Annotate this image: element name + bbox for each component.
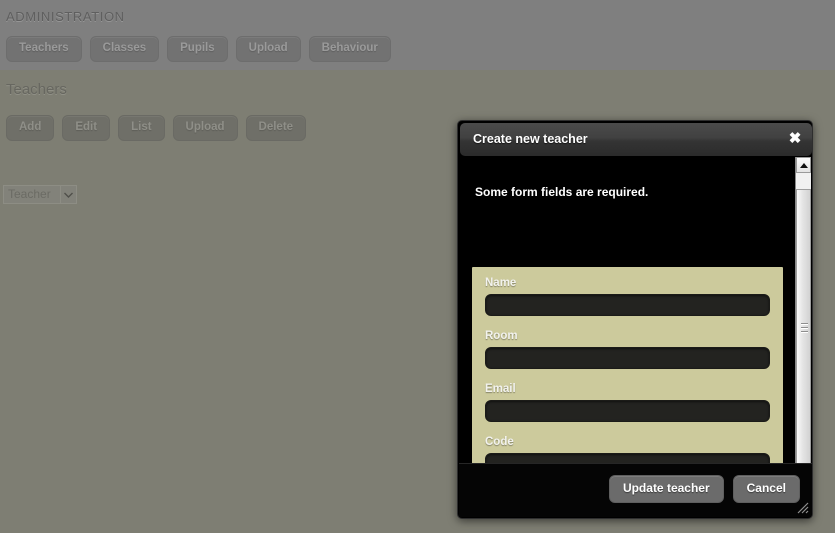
nav-tab-upload[interactable]: Upload bbox=[235, 36, 301, 62]
teacher-select[interactable]: Teacher bbox=[3, 185, 77, 204]
scrollbar-grip-icon bbox=[801, 322, 808, 333]
field-row-email: Email bbox=[472, 383, 783, 422]
section-title: Teachers bbox=[6, 81, 67, 98]
action-toolbar: Add Edit List Upload Delete bbox=[6, 115, 307, 141]
close-icon[interactable]: ✖ bbox=[786, 130, 804, 148]
scrollbar-thumb[interactable] bbox=[796, 189, 811, 466]
create-teacher-dialog: Create new teacher ✖ Some form fields ar… bbox=[457, 120, 813, 519]
room-label: Room bbox=[485, 330, 518, 342]
dialog-footer: Update teacher Cancel bbox=[459, 463, 812, 517]
name-input[interactable] bbox=[485, 294, 770, 316]
field-row-name: Name bbox=[472, 277, 783, 316]
code-label: Code bbox=[485, 436, 514, 448]
dialog-scroll-area: Some form fields are required. Name Room… bbox=[459, 157, 795, 484]
dialog-titlebar[interactable]: Create new teacher ✖ bbox=[460, 123, 812, 156]
nav-tab-classes[interactable]: Classes bbox=[89, 36, 160, 62]
primary-nav: Teachers Classes Pupils Upload Behaviour bbox=[6, 36, 391, 62]
update-teacher-button[interactable]: Update teacher bbox=[608, 475, 724, 503]
dialog-body: Some form fields are required. Name Room… bbox=[459, 157, 812, 484]
nav-tab-pupils[interactable]: Pupils bbox=[167, 36, 228, 62]
upload-button[interactable]: Upload bbox=[172, 115, 238, 141]
scrollbar-track[interactable] bbox=[796, 173, 811, 468]
cancel-button[interactable]: Cancel bbox=[732, 475, 800, 503]
room-input[interactable] bbox=[485, 347, 770, 369]
nav-tab-behaviour[interactable]: Behaviour bbox=[308, 36, 391, 62]
dialog-vertical-scrollbar[interactable] bbox=[795, 157, 811, 484]
delete-button[interactable]: Delete bbox=[245, 115, 307, 141]
teacher-form: Name Room Email Code bbox=[472, 267, 783, 484]
email-input[interactable] bbox=[485, 400, 770, 422]
edit-button[interactable]: Edit bbox=[62, 115, 111, 141]
resize-grip-icon[interactable] bbox=[795, 500, 809, 514]
add-button[interactable]: Add bbox=[6, 115, 55, 141]
name-label: Name bbox=[485, 277, 517, 289]
nav-tab-teachers[interactable]: Teachers bbox=[6, 36, 82, 62]
field-row-room: Room bbox=[472, 330, 783, 369]
chevron-down-icon bbox=[60, 186, 76, 203]
scroll-up-arrow-icon[interactable] bbox=[796, 157, 811, 173]
teacher-select-value: Teacher bbox=[8, 187, 51, 201]
dialog-actions: Update teacher Cancel bbox=[608, 475, 800, 503]
page-title: ADMINISTRATION bbox=[6, 9, 125, 24]
email-label: Email bbox=[485, 383, 516, 395]
required-fields-message: Some form fields are required. bbox=[475, 185, 649, 199]
dialog-title: Create new teacher bbox=[473, 132, 588, 146]
list-button[interactable]: List bbox=[118, 115, 165, 141]
